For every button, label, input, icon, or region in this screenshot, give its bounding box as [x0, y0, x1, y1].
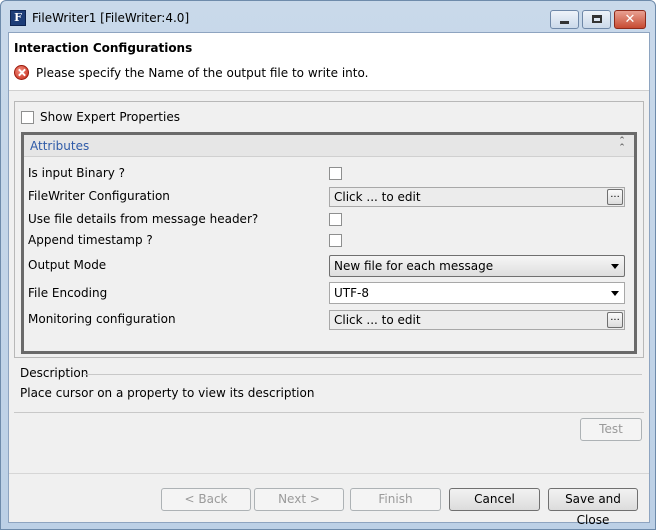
file-encoding-value: UTF-8 [334, 286, 369, 300]
maximize-button[interactable] [582, 10, 611, 29]
prop-label-file-encoding: File Encoding [28, 286, 108, 300]
monitoring-configuration-browse-button[interactable]: ... [607, 312, 623, 328]
collapse-glyph-bottom: ⌃ [618, 143, 626, 153]
prop-label-monitoring-configuration: Monitoring configuration [28, 312, 176, 326]
properties-box: Show Expert Properties Attributes ⌃ ⌃ Is… [14, 101, 644, 358]
test-button[interactable]: Test [580, 418, 642, 441]
show-expert-label[interactable]: Show Expert Properties [40, 110, 180, 124]
prop-label-append-timestamp: Append timestamp ? [28, 233, 153, 247]
finish-button[interactable]: Finish [350, 488, 441, 511]
monitoring-configuration-value: Click ... to edit [334, 313, 421, 327]
cancel-button[interactable]: Cancel [449, 488, 540, 511]
chevron-down-icon [611, 264, 619, 269]
prop-label-is-input-binary: Is input Binary ? [28, 166, 126, 180]
attributes-header[interactable]: Attributes ⌃ ⌃ [24, 135, 634, 157]
save-and-close-button[interactable]: Save and Close [548, 488, 638, 527]
error-message: Please specify the Name of the output fi… [36, 66, 369, 80]
description-text: Place cursor on a property to view its d… [20, 386, 315, 400]
minimize-icon [560, 21, 569, 24]
output-mode-select[interactable]: New file for each message [329, 255, 625, 277]
description-title: Description [20, 366, 89, 380]
file-encoding-select[interactable]: UTF-8 [329, 282, 625, 304]
show-expert-checkbox[interactable] [21, 111, 34, 124]
next-button[interactable]: Next > [254, 488, 344, 511]
dialog-window: F FileWriter1 [FileWriter:4.0] ✕ Interac… [0, 0, 656, 530]
maximize-icon [592, 15, 602, 23]
description-panel: Description Place cursor on a property t… [14, 364, 644, 413]
wizard-header: Interaction Configurations Please specif… [9, 33, 649, 91]
filewriter-configuration-browse-button[interactable]: ... [607, 189, 623, 205]
prop-label-use-file-details: Use file details from message header? [28, 212, 259, 226]
chevron-down-icon [611, 291, 619, 296]
prop-label-output-mode: Output Mode [28, 258, 107, 272]
monitoring-configuration-field[interactable]: Click ... to edit ... [329, 310, 625, 330]
footer-divider [9, 473, 649, 474]
description-divider [84, 374, 642, 375]
collapse-icon[interactable]: ⌃ ⌃ [616, 137, 628, 153]
filewriter-configuration-value: Click ... to edit [334, 190, 421, 204]
dialog-client: Interaction Configurations Please specif… [8, 32, 650, 527]
filewriter-configuration-field[interactable]: Click ... to edit ... [329, 187, 625, 207]
is-input-binary-checkbox[interactable] [329, 167, 342, 180]
back-button[interactable]: < Back [161, 488, 251, 511]
close-icon: ✕ [624, 12, 636, 27]
description-bottom-divider [14, 412, 644, 413]
window-title: FileWriter1 [FileWriter:4.0] [32, 11, 190, 25]
app-icon: F [10, 10, 26, 26]
append-timestamp-checkbox[interactable] [329, 234, 342, 247]
error-icon [14, 65, 29, 80]
close-button[interactable]: ✕ [614, 10, 646, 29]
attributes-panel: Attributes ⌃ ⌃ Is input Binary ? FileWri… [21, 132, 637, 354]
page-title: Interaction Configurations [14, 41, 193, 55]
minimize-button[interactable] [550, 10, 579, 29]
attributes-title: Attributes [30, 139, 90, 153]
title-bar[interactable]: F FileWriter1 [FileWriter:4.0] ✕ [1, 1, 655, 33]
output-mode-value: New file for each message [334, 259, 494, 273]
prop-label-filewriter-configuration: FileWriter Configuration [28, 189, 170, 203]
use-file-details-checkbox[interactable] [329, 213, 342, 226]
